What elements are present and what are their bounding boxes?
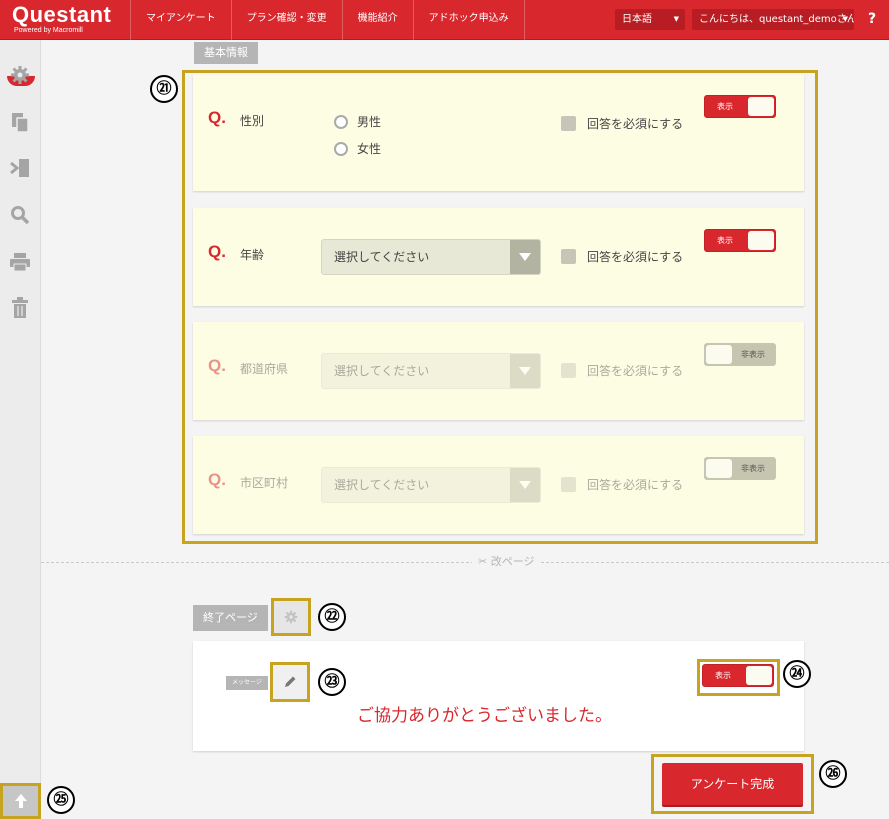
page-break-text: 改ページ (490, 555, 535, 568)
toggle-highlight (697, 659, 780, 696)
section-highlight (182, 70, 818, 544)
print-icon[interactable] (9, 251, 31, 273)
annotation-badge-26: ㉖ (819, 760, 847, 788)
nav-features[interactable]: 機能紹介 (343, 0, 414, 40)
main-nav: マイアンケート プラン確認・変更 機能紹介 アドホック申込み (130, 0, 525, 40)
message-tag: メッセージ (226, 676, 268, 690)
user-menu[interactable]: こんにちは、questant_demoさん ▼ (692, 9, 854, 30)
annotation-badge-22: ㉒ (318, 603, 346, 631)
end-page-settings-button[interactable] (271, 598, 311, 636)
arrow-up-icon (14, 794, 27, 808)
pencil-icon (285, 676, 296, 687)
help-icon[interactable]: ? (862, 9, 882, 30)
annotation-badge-24: ㉔ (783, 660, 811, 688)
nav-adhoc[interactable]: アドホック申込み (414, 0, 525, 40)
end-page-card[interactable]: メッセージ ご協力ありがとうございました。 表示 (193, 641, 804, 751)
annotation-badge-25: ㉕ (47, 786, 75, 814)
section-label[interactable]: 基本情報 (194, 42, 258, 64)
chevron-down-icon: ▼ (673, 15, 679, 23)
search-icon[interactable] (9, 204, 31, 226)
thank-you-message[interactable]: ご協力ありがとうございました。 (357, 701, 612, 726)
logic-icon[interactable] (9, 157, 31, 179)
chevron-down-icon: ▼ (842, 15, 848, 23)
edit-message-button[interactable] (270, 662, 310, 702)
logo-text: Questant (12, 2, 112, 27)
copy-icon[interactable] (9, 111, 31, 133)
annotation-badge-21: ㉑ (150, 75, 178, 103)
page-break-line (41, 562, 889, 563)
logo-subtext: Powered by Macromill (14, 27, 83, 34)
trash-icon[interactable] (9, 297, 31, 319)
tool-sidebar (0, 40, 41, 819)
gear-icon (284, 610, 298, 624)
user-greeting: こんにちは、questant_demoさん (699, 14, 854, 25)
top-bar: Questant Powered by Macromill マイアンケート プラ… (0, 0, 889, 40)
end-page-label[interactable]: 終了ページ (193, 605, 268, 631)
annotation-badge-23: ㉓ (318, 668, 346, 696)
questant-logo[interactable]: Questant Powered by Macromill (12, 3, 111, 35)
scissors-icon: ✂ (478, 555, 491, 568)
nav-plan[interactable]: プラン確認・変更 (232, 0, 343, 40)
nav-my-survey[interactable]: マイアンケート (130, 0, 232, 40)
page-break-label[interactable]: ✂ 改ページ (472, 554, 541, 570)
language-select[interactable]: 日本語 ▼ (615, 9, 685, 30)
scroll-top-button[interactable] (0, 783, 41, 819)
complete-survey-button[interactable]: アンケート完成 (662, 763, 803, 805)
gear-icon[interactable] (9, 64, 31, 86)
language-label: 日本語 (622, 14, 652, 25)
